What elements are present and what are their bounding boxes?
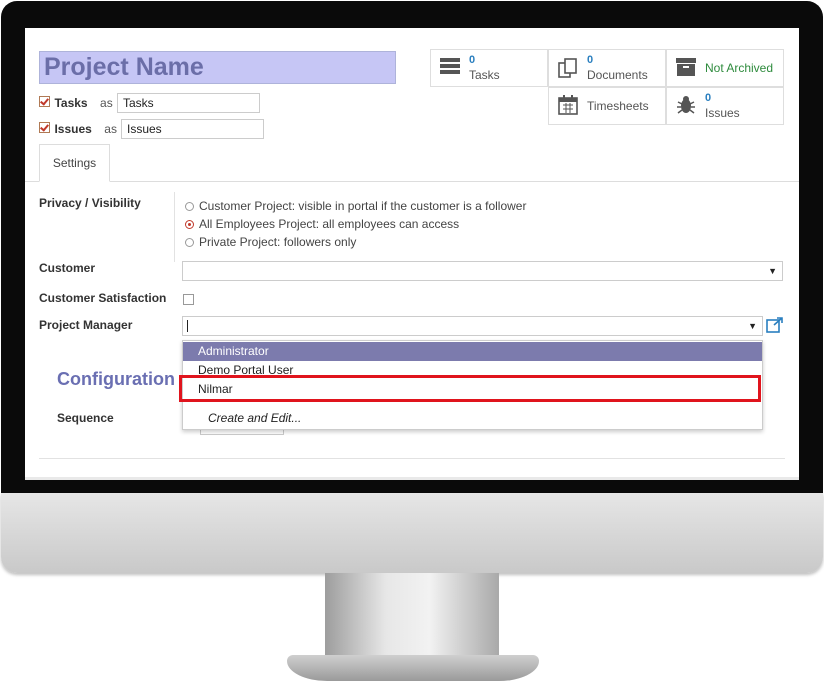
screen: Project Name Tasks as Tasks Issues as Is…: [25, 28, 799, 478]
customer-select[interactable]: ▼: [182, 261, 783, 281]
customer-satisfaction-label: Customer Satisfaction: [39, 291, 167, 305]
project-name-input[interactable]: Project Name: [39, 51, 396, 84]
tasks-list-icon: [439, 57, 461, 79]
chevron-down-icon[interactable]: ▼: [748, 321, 757, 331]
project-manager-select[interactable]: ▼: [182, 316, 763, 336]
monitor-frame: Project Name Tasks as Tasks Issues as Is…: [0, 0, 824, 686]
privacy-option-employees[interactable]: All Employees Project: all employees can…: [185, 215, 526, 233]
monitor-stand-neck: [325, 573, 499, 657]
documents-count: 0: [587, 54, 594, 66]
customer-label: Customer: [39, 261, 96, 275]
alias-row-issues: Issues as: [39, 120, 117, 138]
timesheets-stat-button[interactable]: Timesheets: [548, 87, 666, 125]
configuration-heading: Configuration: [57, 369, 175, 389]
documents-stat-button[interactable]: 0 Documents: [548, 49, 666, 87]
chevron-down-icon[interactable]: ▼: [768, 266, 777, 276]
as-text: as: [100, 96, 113, 110]
project-manager-label: Project Manager: [39, 318, 133, 332]
screen-bottom-strip: [25, 477, 799, 480]
bug-icon: [675, 95, 697, 117]
privacy-options: Customer Project: visible in portal if t…: [185, 197, 526, 251]
issues-count: 0: [705, 92, 712, 104]
documents-stat-label: Documents: [587, 68, 648, 82]
privacy-option-label: Customer Project: visible in portal if t…: [199, 199, 527, 213]
tab-settings[interactable]: Settings: [39, 144, 110, 182]
dropdown-option-administrator[interactable]: Administrator: [183, 342, 762, 361]
privacy-label: Privacy / Visibility: [39, 196, 141, 210]
archive-status-label: Not Archived: [705, 61, 774, 75]
tasks-alias-input[interactable]: Tasks: [117, 93, 260, 113]
monitor-chin: [1, 493, 823, 573]
tasks-stat-label: Tasks: [469, 68, 500, 82]
privacy-option-private[interactable]: Private Project: followers only: [185, 233, 526, 251]
label-divider: [174, 192, 175, 262]
as-text: as: [104, 122, 117, 136]
issues-stat-button[interactable]: 0 Issues: [666, 87, 784, 125]
alias-row-tasks: Tasks as: [39, 94, 113, 112]
tasks-alias-label: Tasks: [54, 96, 88, 110]
timesheets-stat-label: Timesheets: [587, 99, 649, 113]
external-link-icon[interactable]: [766, 317, 784, 338]
sequence-label: Sequence: [57, 411, 114, 425]
section-divider: [39, 458, 785, 459]
privacy-option-label: All Employees Project: all employees can…: [199, 217, 460, 231]
monitor-stand-base: [287, 655, 539, 681]
radio-button[interactable]: [185, 238, 194, 247]
text-cursor: [187, 320, 188, 332]
archive-toggle-button[interactable]: Not Archived: [666, 49, 784, 87]
tasks-count: 0: [469, 54, 476, 66]
radio-button[interactable]: [185, 202, 194, 211]
dropdown-create-and-edit[interactable]: Create and Edit...: [183, 409, 762, 428]
tab-bar-divider: [25, 181, 799, 182]
issues-alias-input[interactable]: Issues: [121, 119, 264, 139]
privacy-option-label: Private Project: followers only: [199, 235, 357, 249]
radio-button-selected[interactable]: [185, 220, 194, 229]
privacy-option-customer[interactable]: Customer Project: visible in portal if t…: [185, 197, 526, 215]
highlight-box: [179, 375, 761, 402]
calendar-icon: [557, 95, 579, 117]
tasks-stat-button[interactable]: 0 Tasks: [430, 49, 548, 87]
tasks-checkbox[interactable]: [39, 96, 50, 107]
documents-icon: [557, 57, 579, 79]
issues-checkbox[interactable]: [39, 122, 50, 133]
issues-alias-label: Issues: [54, 122, 92, 136]
issues-stat-label: Issues: [705, 106, 740, 120]
customer-satisfaction-checkbox[interactable]: [183, 294, 194, 305]
archive-box-icon: [675, 57, 697, 79]
